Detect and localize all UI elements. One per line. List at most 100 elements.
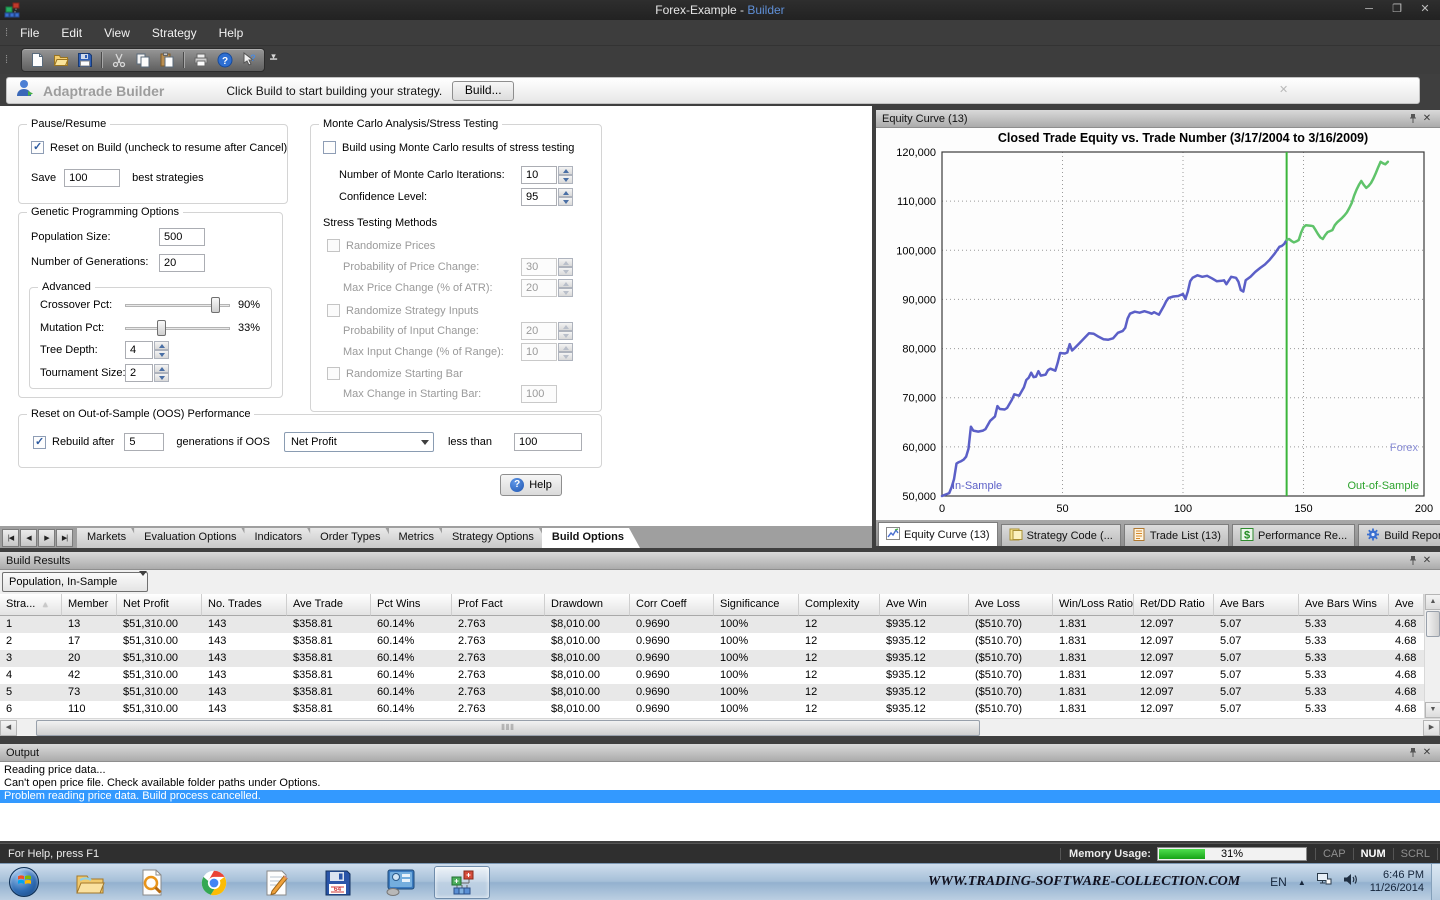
tab-order-types[interactable]: Order Types xyxy=(310,528,396,548)
close-icon[interactable]: ✕ xyxy=(1418,3,1432,16)
taskbar-explorer-button[interactable] xyxy=(62,866,118,899)
scrollbar-thumb[interactable] xyxy=(1426,611,1440,637)
table-row[interactable]: 320$51,310.00143$358.8160.14%2.763$8,010… xyxy=(0,650,1424,667)
toolbar-paste-button[interactable] xyxy=(158,51,176,69)
reset-on-build-checkbox[interactable] xyxy=(31,141,44,154)
scrollbar-thumb[interactable]: ⦀⦀⦀ xyxy=(36,720,980,736)
panel-tab-strategy-code[interactable]: Strategy Code (... xyxy=(1001,524,1121,546)
tab-build-options[interactable]: Build Options xyxy=(542,528,640,548)
column-header-ave-win[interactable]: Ave Win xyxy=(880,594,969,616)
num-generations-field[interactable]: 20 xyxy=(159,254,205,272)
menu-file[interactable]: File xyxy=(9,22,50,44)
column-header-significance[interactable]: Significance xyxy=(714,594,799,616)
toolbar-overflow-icon[interactable]: ▾▔ xyxy=(270,52,277,68)
toolbar-save-button[interactable] xyxy=(76,51,94,69)
panel-tab-build-report-13[interactable]: Build Report (13) xyxy=(1358,524,1440,546)
scroll-up-icon[interactable]: ▲ xyxy=(1425,594,1440,610)
toolbar-help-button[interactable]: ? xyxy=(216,51,234,69)
column-header-ave-trade[interactable]: Ave Trade xyxy=(287,594,371,616)
pin-icon[interactable] xyxy=(1406,113,1420,125)
taskbar-builder-button[interactable] xyxy=(434,866,490,899)
population-size-field[interactable]: 500 xyxy=(159,228,205,246)
column-header-prof-fact[interactable]: Prof Fact xyxy=(452,594,545,616)
table-row[interactable]: 6110$51,310.00143$358.8160.14%2.763$8,01… xyxy=(0,701,1424,718)
pin-icon[interactable] xyxy=(1406,555,1420,567)
speaker-icon[interactable] xyxy=(1343,873,1357,891)
taskbar-save-tool-button[interactable]: 64 xyxy=(310,866,366,899)
max-bar-change-field[interactable]: 100 xyxy=(521,385,557,403)
tab-scroll-first-button[interactable]: |◀ xyxy=(2,529,19,547)
network-icon[interactable] xyxy=(1317,873,1332,891)
column-header-drawdown[interactable]: Drawdown xyxy=(545,594,630,616)
results-view-dropdown[interactable]: Population, In-Sample xyxy=(2,572,148,592)
rebuild-after-checkbox[interactable] xyxy=(33,436,46,449)
max-price-change-field[interactable]: 20 xyxy=(521,279,557,297)
tab-indicators[interactable]: Indicators xyxy=(244,528,318,548)
column-header-net-profit[interactable]: Net Profit xyxy=(117,594,202,616)
mc-iterations-field[interactable]: 10 xyxy=(521,166,557,184)
results-vertical-scrollbar[interactable]: ▲ ▼ xyxy=(1424,594,1440,718)
table-row[interactable]: 217$51,310.00143$358.8160.14%2.763$8,010… xyxy=(0,633,1424,650)
tray-expand-icon[interactable]: ▲ xyxy=(1298,878,1306,887)
panel-tab-equity-curve-13[interactable]: Equity Curve (13) xyxy=(878,522,998,546)
randomize-prices-checkbox[interactable] xyxy=(327,239,340,252)
confidence-level-field[interactable]: 95 xyxy=(521,188,557,206)
column-header-member[interactable]: Member xyxy=(62,594,117,616)
crossover-pct-slider[interactable] xyxy=(125,297,230,313)
taskbar-search-button[interactable] xyxy=(124,866,180,899)
minimize-icon[interactable]: ─ xyxy=(1362,3,1376,16)
tree-depth-field[interactable]: 4 xyxy=(125,341,153,359)
build-button[interactable]: Build... xyxy=(452,81,514,101)
scroll-left-icon[interactable]: ◀ xyxy=(0,720,17,736)
max-input-change-field[interactable]: 10 xyxy=(521,343,557,361)
restore-icon[interactable]: ❐ xyxy=(1390,3,1404,16)
column-header-ave-bars-wins[interactable]: Ave Bars Wins xyxy=(1299,594,1389,616)
tournament-size-stepper[interactable] xyxy=(154,364,169,382)
start-button[interactable] xyxy=(9,867,39,897)
menu-help[interactable]: Help xyxy=(208,22,255,44)
toolbar-open-folder-button[interactable] xyxy=(52,51,70,69)
build-monte-carlo-checkbox[interactable] xyxy=(323,141,336,154)
tab-scroll-prev-button[interactable]: ◀ xyxy=(20,529,37,547)
language-indicator[interactable]: EN xyxy=(1270,875,1287,889)
table-row[interactable]: 573$51,310.00143$358.8160.14%2.763$8,010… xyxy=(0,684,1424,701)
close-icon[interactable]: ✕ xyxy=(1420,555,1434,567)
tab-scroll-last-button[interactable]: ▶| xyxy=(56,529,73,547)
tab-markets[interactable]: Markets xyxy=(77,528,142,548)
tree-depth-stepper[interactable] xyxy=(154,341,169,359)
prob-input-change-field[interactable]: 20 xyxy=(521,322,557,340)
toolbar-new-file-button[interactable] xyxy=(28,51,46,69)
taskbar-system-tool-button[interactable] xyxy=(372,866,428,899)
pin-icon[interactable] xyxy=(1406,747,1420,759)
table-row[interactable]: 442$51,310.00143$358.8160.14%2.763$8,010… xyxy=(0,667,1424,684)
close-icon[interactable]: ✕ xyxy=(1420,747,1434,759)
toolbar-context-help-button[interactable]: ? xyxy=(240,51,258,69)
toolbar-print-button[interactable] xyxy=(192,51,210,69)
oos-generations-field[interactable]: 5 xyxy=(124,433,164,451)
oos-threshold-field[interactable]: 100 xyxy=(514,433,582,451)
confidence-level-stepper[interactable] xyxy=(558,188,573,206)
close-icon[interactable]: ✕ xyxy=(1420,113,1434,125)
menu-edit[interactable]: Edit xyxy=(50,22,93,44)
save-strategies-field[interactable]: 100 xyxy=(64,169,120,187)
toolbar-cut-button[interactable] xyxy=(110,51,128,69)
help-button[interactable]: ? Help xyxy=(500,474,562,496)
tab-metrics[interactable]: Metrics xyxy=(389,528,450,548)
table-row[interactable]: 113$51,310.00143$358.8160.14%2.763$8,010… xyxy=(0,616,1424,633)
show-desktop-button[interactable] xyxy=(1431,864,1440,900)
tab-strategy-options[interactable]: Strategy Options xyxy=(442,528,550,548)
column-header-complexity[interactable]: Complexity xyxy=(799,594,880,616)
tournament-size-field[interactable]: 2 xyxy=(125,364,153,382)
column-header-ave-loss[interactable]: Ave Loss xyxy=(969,594,1053,616)
taskbar-chrome-button[interactable] xyxy=(186,866,242,899)
column-header-ret-dd-ratio[interactable]: Ret/DD Ratio xyxy=(1134,594,1214,616)
clock[interactable]: 6:46 PM 11/26/2014 xyxy=(1370,869,1424,895)
menu-strategy[interactable]: Strategy xyxy=(141,22,208,44)
randomize-bar-checkbox[interactable] xyxy=(327,367,340,380)
prob-price-change-field[interactable]: 30 xyxy=(521,258,557,276)
panel-tab-performance-re[interactable]: $Performance Re... xyxy=(1232,524,1355,546)
column-header-ave-bars[interactable]: Ave Bars xyxy=(1214,594,1299,616)
tab-scroll-next-button[interactable]: ▶ xyxy=(38,529,55,547)
taskbar-notepad-button[interactable] xyxy=(248,866,304,899)
column-header-win-loss-ratio[interactable]: Win/Loss Ratio xyxy=(1053,594,1134,616)
